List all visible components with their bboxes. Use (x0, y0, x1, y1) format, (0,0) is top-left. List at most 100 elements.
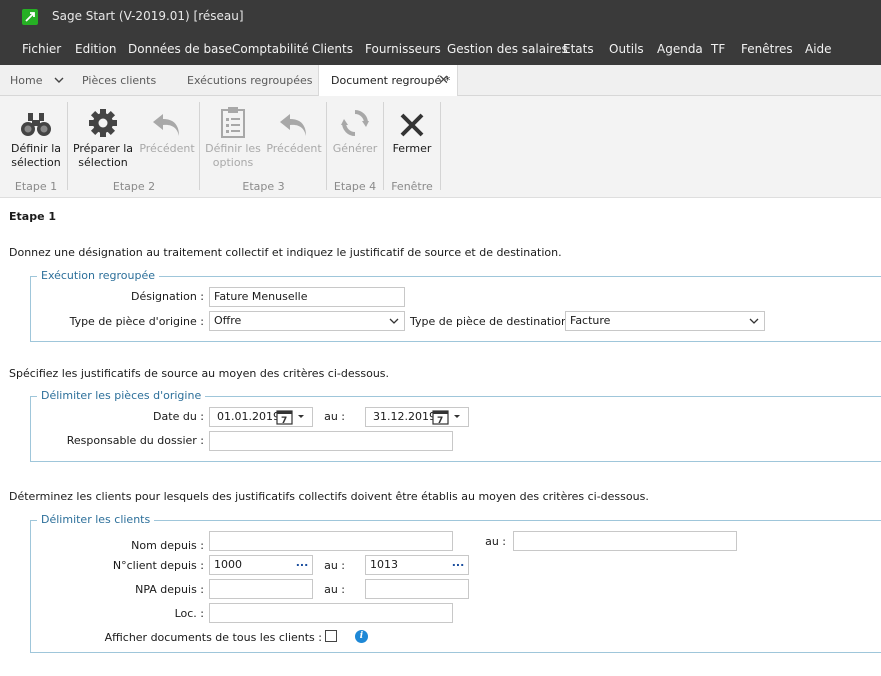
checklist-icon (204, 104, 262, 138)
close-icon (387, 104, 437, 138)
group-execution-regroupee: Exécution regroupée (30, 269, 881, 342)
menu-comptabilite[interactable]: Comptabilité (232, 42, 309, 56)
group-legend-clients: Délimiter les clients (37, 513, 155, 526)
intro-text-1: Donnez une désignation au traitement col… (9, 246, 562, 259)
intro-text-3: Déterminez les clients pour lesquels des… (9, 490, 649, 503)
designation-input[interactable]: Fature Menuselle (209, 287, 405, 307)
menu-fournisseurs[interactable]: Fournisseurs (365, 42, 441, 56)
ribbon-separator (67, 102, 68, 190)
undo-arrow-icon (265, 104, 323, 138)
client-number-to-value: 1013 (370, 558, 398, 571)
close-window-label: Fermer (392, 142, 432, 155)
previous-button-step2[interactable]: Précédent (138, 104, 196, 156)
tab-bar: Home Pièces clients Exécutions regroupée… (0, 65, 881, 96)
refresh-icon (330, 104, 380, 138)
previous-button-step3[interactable]: Précédent (265, 104, 323, 156)
group-label-etape1: Etape 1 (14, 180, 58, 193)
lookup-dots-button[interactable]: ... (292, 556, 312, 574)
calendar-day: 7 (281, 416, 287, 425)
tab-home-label: Home (10, 74, 43, 87)
ribbon-separator (440, 102, 441, 190)
client-number-from-input[interactable]: 1000 ... (209, 555, 313, 575)
undo-arrow-icon (138, 104, 196, 138)
tab-executions-regroupees[interactable]: Exécutions regroupées (187, 65, 312, 96)
generate-button[interactable]: Générer (330, 104, 380, 156)
menu-aide[interactable]: Aide (805, 42, 832, 56)
group-label-etape2: Etape 2 (112, 180, 156, 193)
define-options-line1: Définir les (205, 142, 261, 155)
define-selection-line2: sélection (11, 156, 61, 169)
tab-document-regroupe-label: Document regroupé * (331, 74, 451, 87)
group-label-etape4: Etape 4 (333, 180, 377, 193)
window-title: Sage Start (V-2019.01) [réseau] (52, 9, 244, 23)
define-selection-button[interactable]: Définir la sélection (8, 104, 64, 170)
intro-text-2: Spécifiez les justificatifs de source au… (9, 367, 390, 380)
menu-etats[interactable]: Etats (563, 42, 594, 56)
npa-to-label: au : (324, 583, 345, 596)
lookup-dots-button[interactable]: ... (448, 556, 468, 574)
gear-icon (72, 104, 134, 138)
ribbon-separator (199, 102, 200, 190)
responsible-input[interactable] (209, 431, 453, 451)
destination-type-label: Type de pièce de destination : (410, 315, 576, 328)
show-all-clients-checkbox[interactable] (325, 630, 337, 642)
page-heading: Etape 1 (9, 210, 57, 223)
date-from-input[interactable]: 01.01.2019 7 (209, 407, 313, 427)
origin-type-value: Offre (214, 314, 242, 327)
menu-gestion-salaires[interactable]: Gestion des salaires (447, 42, 568, 56)
responsible-label: Responsable du dossier : (66, 434, 204, 447)
origin-type-label: Type de pièce d'origine : (69, 315, 204, 328)
designation-label: Désignation : (131, 290, 204, 303)
locality-input[interactable] (209, 603, 453, 623)
prepare-selection-line1: Préparer la (72, 142, 134, 155)
define-options-button[interactable]: Définir les options (204, 104, 262, 170)
calendar-icon[interactable]: 7 (432, 409, 466, 426)
generate-label: Générer (332, 142, 378, 155)
menu-agenda[interactable]: Agenda (657, 42, 703, 56)
destination-type-select[interactable]: Facture (565, 311, 765, 331)
name-from-input[interactable] (209, 531, 453, 551)
menu-bar: Fichier Edition Données de base Comptabi… (0, 33, 881, 65)
chevron-down-icon (749, 312, 759, 330)
client-number-to-input[interactable]: 1013 ... (365, 555, 469, 575)
menu-tf[interactable]: TF (711, 42, 725, 56)
date-to-label: au : (324, 410, 345, 423)
define-options-line2: options (212, 156, 254, 169)
ribbon-separator (326, 102, 327, 190)
tab-document-regroupe[interactable]: Document regroupé * ✕ (318, 65, 458, 96)
npa-to-input[interactable] (365, 579, 469, 599)
group-pieces-origine: Délimiter les pièces d'origine (30, 389, 881, 462)
client-number-from-label: N°client depuis : (112, 559, 204, 572)
prepare-selection-line2: sélection (78, 156, 128, 169)
menu-clients[interactable]: Clients (312, 42, 353, 56)
menu-donnees-de-base[interactable]: Données de base (128, 42, 232, 56)
binoculars-icon (8, 104, 64, 138)
group-label-etape3: Etape 3 (242, 180, 285, 193)
calendar-day: 7 (437, 416, 443, 425)
group-legend-execution: Exécution regroupée (37, 269, 160, 282)
define-selection-line1: Définir la (10, 142, 61, 155)
date-to-input[interactable]: 31.12.2019 7 (365, 407, 469, 427)
calendar-icon[interactable]: 7 (276, 409, 310, 426)
date-from-label: Date du : (153, 410, 204, 423)
menu-fichier[interactable]: Fichier (22, 42, 61, 56)
tab-pieces-clients[interactable]: Pièces clients (82, 65, 156, 96)
sage-logo-icon (22, 9, 38, 25)
client-number-from-value: 1000 (214, 558, 242, 571)
close-window-button[interactable]: Fermer (387, 104, 437, 156)
name-to-input[interactable] (513, 531, 737, 551)
menu-edition[interactable]: Edition (75, 42, 117, 56)
chevron-down-icon[interactable] (54, 65, 64, 96)
npa-from-input[interactable] (209, 579, 313, 599)
tab-home[interactable]: Home (10, 65, 64, 96)
prepare-selection-button[interactable]: Préparer la sélection (72, 104, 134, 170)
group-legend-pieces: Délimiter les pièces d'origine (37, 389, 206, 402)
origin-type-select[interactable]: Offre (209, 311, 405, 331)
ribbon-separator (383, 102, 384, 190)
close-tab-icon[interactable]: ✕ (438, 65, 449, 96)
previous-step3-label: Précédent (266, 142, 322, 155)
title-bar: Sage Start (V-2019.01) [réseau] (0, 0, 881, 33)
menu-fenetres[interactable]: Fenêtres (741, 42, 793, 56)
info-icon[interactable]: i (355, 630, 368, 643)
menu-outils[interactable]: Outils (609, 42, 644, 56)
